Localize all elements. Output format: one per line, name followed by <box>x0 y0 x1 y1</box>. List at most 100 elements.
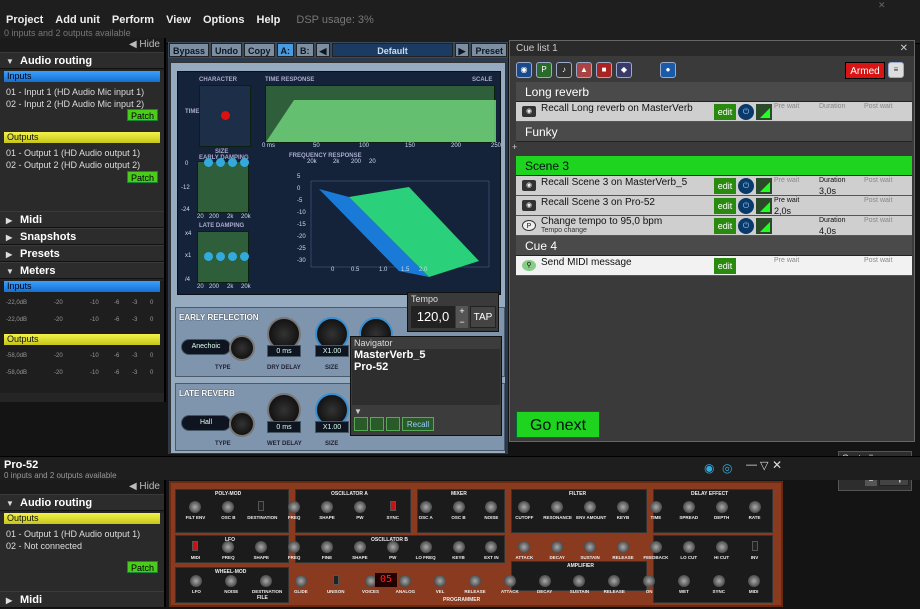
b-button[interactable]: B: <box>296 43 314 57</box>
early-damping-graph[interactable] <box>197 158 249 213</box>
synth-knob[interactable] <box>682 501 695 513</box>
copy-button[interactable]: Copy <box>244 43 275 57</box>
synth-knob[interactable] <box>434 575 447 587</box>
hide-button[interactable]: ◀ Hide <box>0 38 164 52</box>
synth-knob[interactable] <box>551 541 564 553</box>
scene-row[interactable]: Cue 4 <box>516 236 912 256</box>
damping-node[interactable] <box>216 252 225 261</box>
section-presets[interactable]: ▶ Presets <box>0 245 164 262</box>
synth-knob[interactable] <box>617 541 629 553</box>
lr-type-knob[interactable] <box>229 411 255 437</box>
cue-row[interactable]: ◉ Recall Long reverb on MasterVerb edit … <box>516 102 912 122</box>
go-next-button[interactable]: Go next <box>516 411 600 438</box>
menu-perform[interactable]: Perform <box>106 14 160 26</box>
edit-button[interactable]: edit <box>714 178 736 194</box>
synth-switch[interactable] <box>389 501 396 511</box>
goto-cue-icon[interactable]: ◆ <box>616 62 632 78</box>
damping-node[interactable] <box>240 252 249 261</box>
fade-icon[interactable] <box>756 198 772 214</box>
navigator-item[interactable]: Pro-52 <box>352 361 500 373</box>
output-1[interactable]: 01 - Output 1 (HD Audio output 1) <box>6 147 158 159</box>
synth-knob[interactable] <box>353 541 366 553</box>
synth-knob[interactable] <box>419 541 432 553</box>
synth-knob[interactable] <box>715 501 728 513</box>
midi-cue-icon[interactable]: ♪ <box>556 62 572 78</box>
armed-button[interactable]: Armed <box>845 62 885 79</box>
synth-knob[interactable] <box>584 501 597 513</box>
cue-row[interactable]: ◉ Recall Scene 3 on MasterVerb_5 edit ⏻ … <box>516 176 912 196</box>
tempo-value[interactable]: 120,0 <box>411 306 455 328</box>
menu-add-unit[interactable]: Add unit <box>49 14 106 26</box>
synth-knob[interactable] <box>321 541 333 553</box>
scene-row[interactable]: Funky <box>516 122 912 142</box>
synth-knob[interactable] <box>503 575 516 587</box>
pro52-settings-icon[interactable]: ◎ <box>722 461 732 475</box>
synth-knob[interactable] <box>288 541 301 553</box>
damping-node[interactable] <box>228 158 237 167</box>
synth-knob[interactable] <box>260 575 273 587</box>
minimize-icon[interactable]: — <box>746 459 757 471</box>
synth-switch[interactable] <box>192 541 199 551</box>
power-icon[interactable]: ⏻ <box>738 178 754 194</box>
synth-knob[interactable] <box>682 541 695 553</box>
synth-knob[interactable] <box>747 575 760 587</box>
synth-switch[interactable] <box>258 501 265 511</box>
synth-knob[interactable] <box>386 541 399 553</box>
damping-node[interactable] <box>228 252 237 261</box>
late-damping-graph[interactable] <box>197 231 249 283</box>
next-preset-icon[interactable]: ▶ <box>454 43 470 57</box>
power-icon[interactable]: ⏻ <box>738 104 754 120</box>
section-midi[interactable]: ▶ Midi <box>0 591 164 608</box>
synth-knob[interactable] <box>288 501 301 513</box>
input-1[interactable]: 01 - Input 1 (HD Audio Mic input 1) <box>6 86 158 98</box>
synth-switch[interactable] <box>332 575 339 585</box>
section-audio-routing[interactable]: ▼ Audio routing <box>0 52 164 69</box>
navigator-item[interactable]: MasterVerb_5 <box>352 349 500 361</box>
synth-knob[interactable] <box>294 575 307 587</box>
synth-knob[interactable] <box>353 501 366 513</box>
synth-knob[interactable] <box>452 541 465 553</box>
section-meters[interactable]: ▼ Meters <box>0 262 164 279</box>
close-icon[interactable]: ✕ <box>772 458 782 472</box>
synth-knob[interactable] <box>649 501 662 513</box>
section-midi[interactable]: ▶ Midi <box>0 211 164 228</box>
camera-cue-icon[interactable]: ◉ <box>516 62 532 78</box>
synth-knob[interactable] <box>649 541 662 553</box>
scene-row[interactable]: Long reverb <box>516 82 912 102</box>
synth-knob[interactable] <box>452 501 465 513</box>
navigator-expand-icon[interactable]: ▼ <box>354 407 362 416</box>
pro52-patch-button[interactable]: Patch <box>127 561 158 573</box>
synth-knob[interactable] <box>677 575 690 587</box>
power-icon[interactable]: ⏻ <box>738 198 754 214</box>
edit-button[interactable]: edit <box>714 258 736 274</box>
outputs-patch-button[interactable]: Patch <box>127 171 158 183</box>
synth-knob[interactable] <box>469 575 481 587</box>
collapse-icon[interactable]: ▽ <box>760 459 768 472</box>
damping-node[interactable] <box>240 158 249 167</box>
navigator-btn-w1[interactable] <box>354 417 368 431</box>
preset-button[interactable]: Preset <box>471 43 507 57</box>
synth-switch[interactable] <box>751 541 758 551</box>
scene-row-active[interactable]: Scene 3 <box>516 156 912 176</box>
output-1[interactable]: 01 - Output 1 (HD Audio output 1) <box>6 528 158 540</box>
a-button[interactable]: A: <box>276 43 295 57</box>
navigator-btn-w3[interactable] <box>386 417 400 431</box>
menu-view[interactable]: View <box>160 14 197 26</box>
synth-knob[interactable] <box>584 541 597 553</box>
prev-preset-icon[interactable]: ◀ <box>315 43 331 57</box>
tap-button[interactable]: TAP <box>470 306 496 328</box>
fade-icon[interactable] <box>756 178 772 194</box>
edit-button[interactable]: edit <box>714 104 736 120</box>
cue-row[interactable]: P Change tempo to 95,0 bpm Tempo change … <box>516 216 912 236</box>
wait-cue-icon[interactable]: ▲ <box>576 62 592 78</box>
record-cue-icon[interactable]: ● <box>660 62 676 78</box>
edit-button[interactable]: edit <box>714 218 736 234</box>
hide-button[interactable]: ◀ Hide <box>0 480 164 494</box>
synth-knob[interactable] <box>748 501 761 513</box>
cue-row[interactable]: ⚲ Send MIDI message edit Pre wait Post w… <box>516 256 912 276</box>
section-audio-routing[interactable]: ▼ Audio routing <box>0 494 164 511</box>
section-snapshots[interactable]: ▶ Snapshots <box>0 228 164 245</box>
er-type-knob[interactable] <box>229 335 255 361</box>
damping-node[interactable] <box>216 158 225 167</box>
menu-project[interactable]: Project <box>0 14 49 26</box>
